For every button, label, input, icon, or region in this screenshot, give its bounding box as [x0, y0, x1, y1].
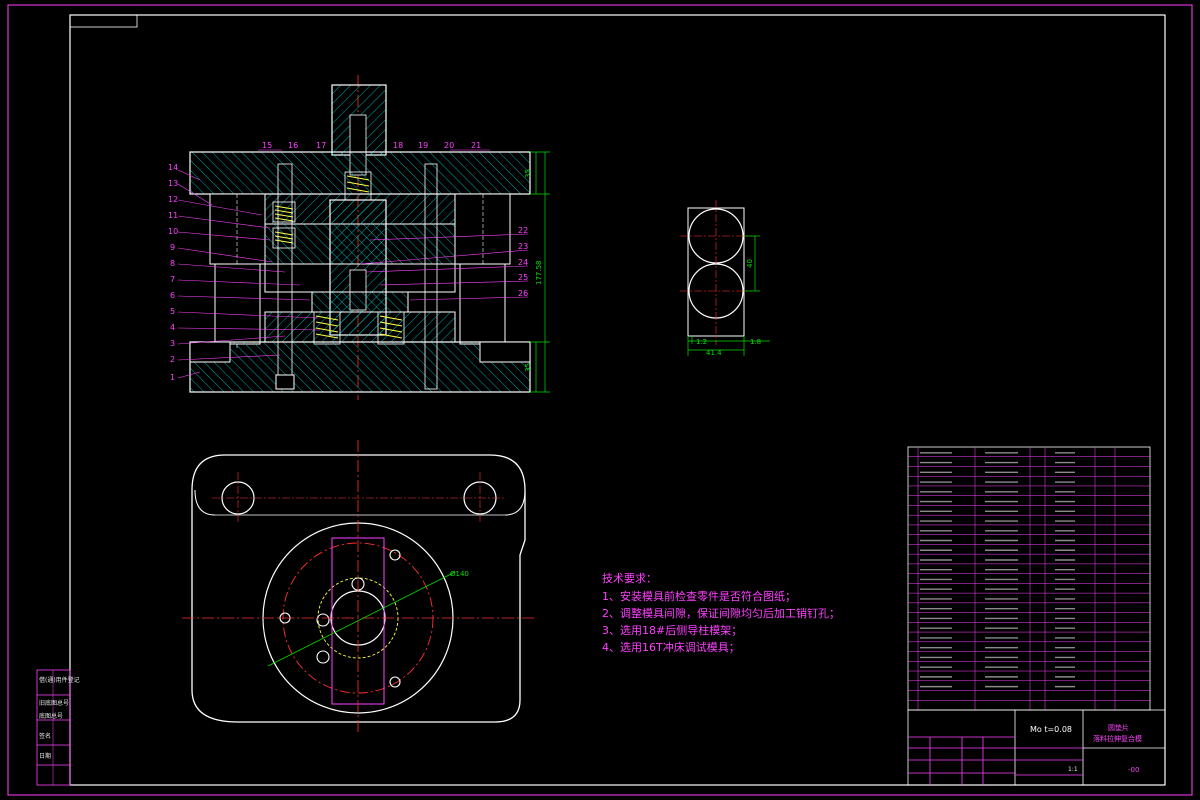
technical-requirements: 技术要求： 1、安装模具前检查零件是否符合图纸； 2、调整模具间隙，保证间隙均匀… [602, 572, 840, 654]
tech-heading: 技术要求： [602, 572, 657, 585]
dim-strip-pitch: 40 [746, 259, 754, 268]
dim-top-plate: 35 [524, 169, 532, 178]
bubble-12: 12 [168, 195, 178, 204]
dim-strip-left: 1.2 [696, 338, 707, 346]
bubble-7: 7 [170, 275, 175, 284]
bubble-16: 16 [288, 141, 298, 150]
bubble-5: 5 [170, 307, 175, 316]
title-block [907, 709, 1166, 786]
bubble-25: 25 [518, 273, 528, 282]
corner-box [69, 14, 138, 28]
dim-total-height: 177.58 [535, 261, 543, 286]
bubble-3: 3 [170, 339, 175, 348]
scale-value: 1:1 [1068, 766, 1078, 773]
bubble-22: 22 [518, 226, 528, 235]
bubble-26: 26 [518, 289, 528, 298]
bubble-18: 18 [393, 141, 403, 150]
strip-label-4: 签名 [39, 732, 51, 740]
strip-label-5: 日期 [39, 752, 51, 760]
strip-layout: 40 1.2 1.8 41.4 [680, 200, 770, 357]
tech-item-3: 3、选用18#后侧导柱模架； [602, 623, 742, 637]
inner-frame [69, 14, 1166, 786]
bubble-13: 13 [168, 179, 178, 188]
dim-strip-right: 1.8 [750, 338, 761, 346]
bubble-20: 20 [444, 141, 454, 150]
drawing-canvas: 借(通)用件登记 旧底图总号 底图总号 签名 日期 14 13 12 11 10… [7, 4, 1193, 796]
dim-bottom-plate: 35 [524, 363, 532, 372]
part-title-2: 落料拉伸复合模 [1093, 734, 1142, 743]
bubble-9: 9 [170, 243, 175, 252]
bubble-21: 21 [471, 141, 481, 150]
tech-item-2: 2、调整模具间隙，保证间隙均匀后加工销钉孔； [602, 606, 840, 620]
strip-label-2: 旧底图总号 [39, 699, 69, 707]
drawing-number: -00 [1128, 766, 1139, 774]
material-spec: Mo t=0.08 [1030, 725, 1072, 734]
bubble-19: 19 [418, 141, 428, 150]
bubble-14: 14 [168, 163, 178, 172]
bubble-24: 24 [518, 258, 528, 267]
bubble-8: 8 [170, 259, 175, 268]
plan-view: Ø140 [182, 440, 535, 735]
bubble-17: 17 [316, 141, 326, 150]
bubble-23: 23 [518, 242, 528, 251]
left-binding-strip: 借(通)用件登记 旧底图总号 底图总号 签名 日期 [36, 669, 80, 786]
bubble-4: 4 [170, 323, 175, 332]
bubble-2: 2 [170, 355, 175, 364]
bubble-11: 11 [168, 211, 178, 220]
tech-item-1: 1、安装模具前检查零件是否符合图纸； [602, 589, 796, 603]
tech-item-4: 4、选用16T冲床调试模具； [602, 640, 740, 654]
bubble-6: 6 [170, 291, 175, 300]
dim-strip-total: 41.4 [706, 349, 722, 357]
strip-label-1: 借(通)用件登记 [39, 676, 80, 684]
dim-circle-dia: Ø140 [450, 570, 469, 578]
bubble-10: 10 [168, 227, 178, 236]
bubble-15: 15 [262, 141, 272, 150]
strip-label-3: 底图总号 [39, 712, 63, 720]
parts-list-table [907, 446, 1151, 711]
part-title-1: 圆垫片 [1108, 723, 1129, 732]
bubble-1: 1 [170, 373, 175, 382]
